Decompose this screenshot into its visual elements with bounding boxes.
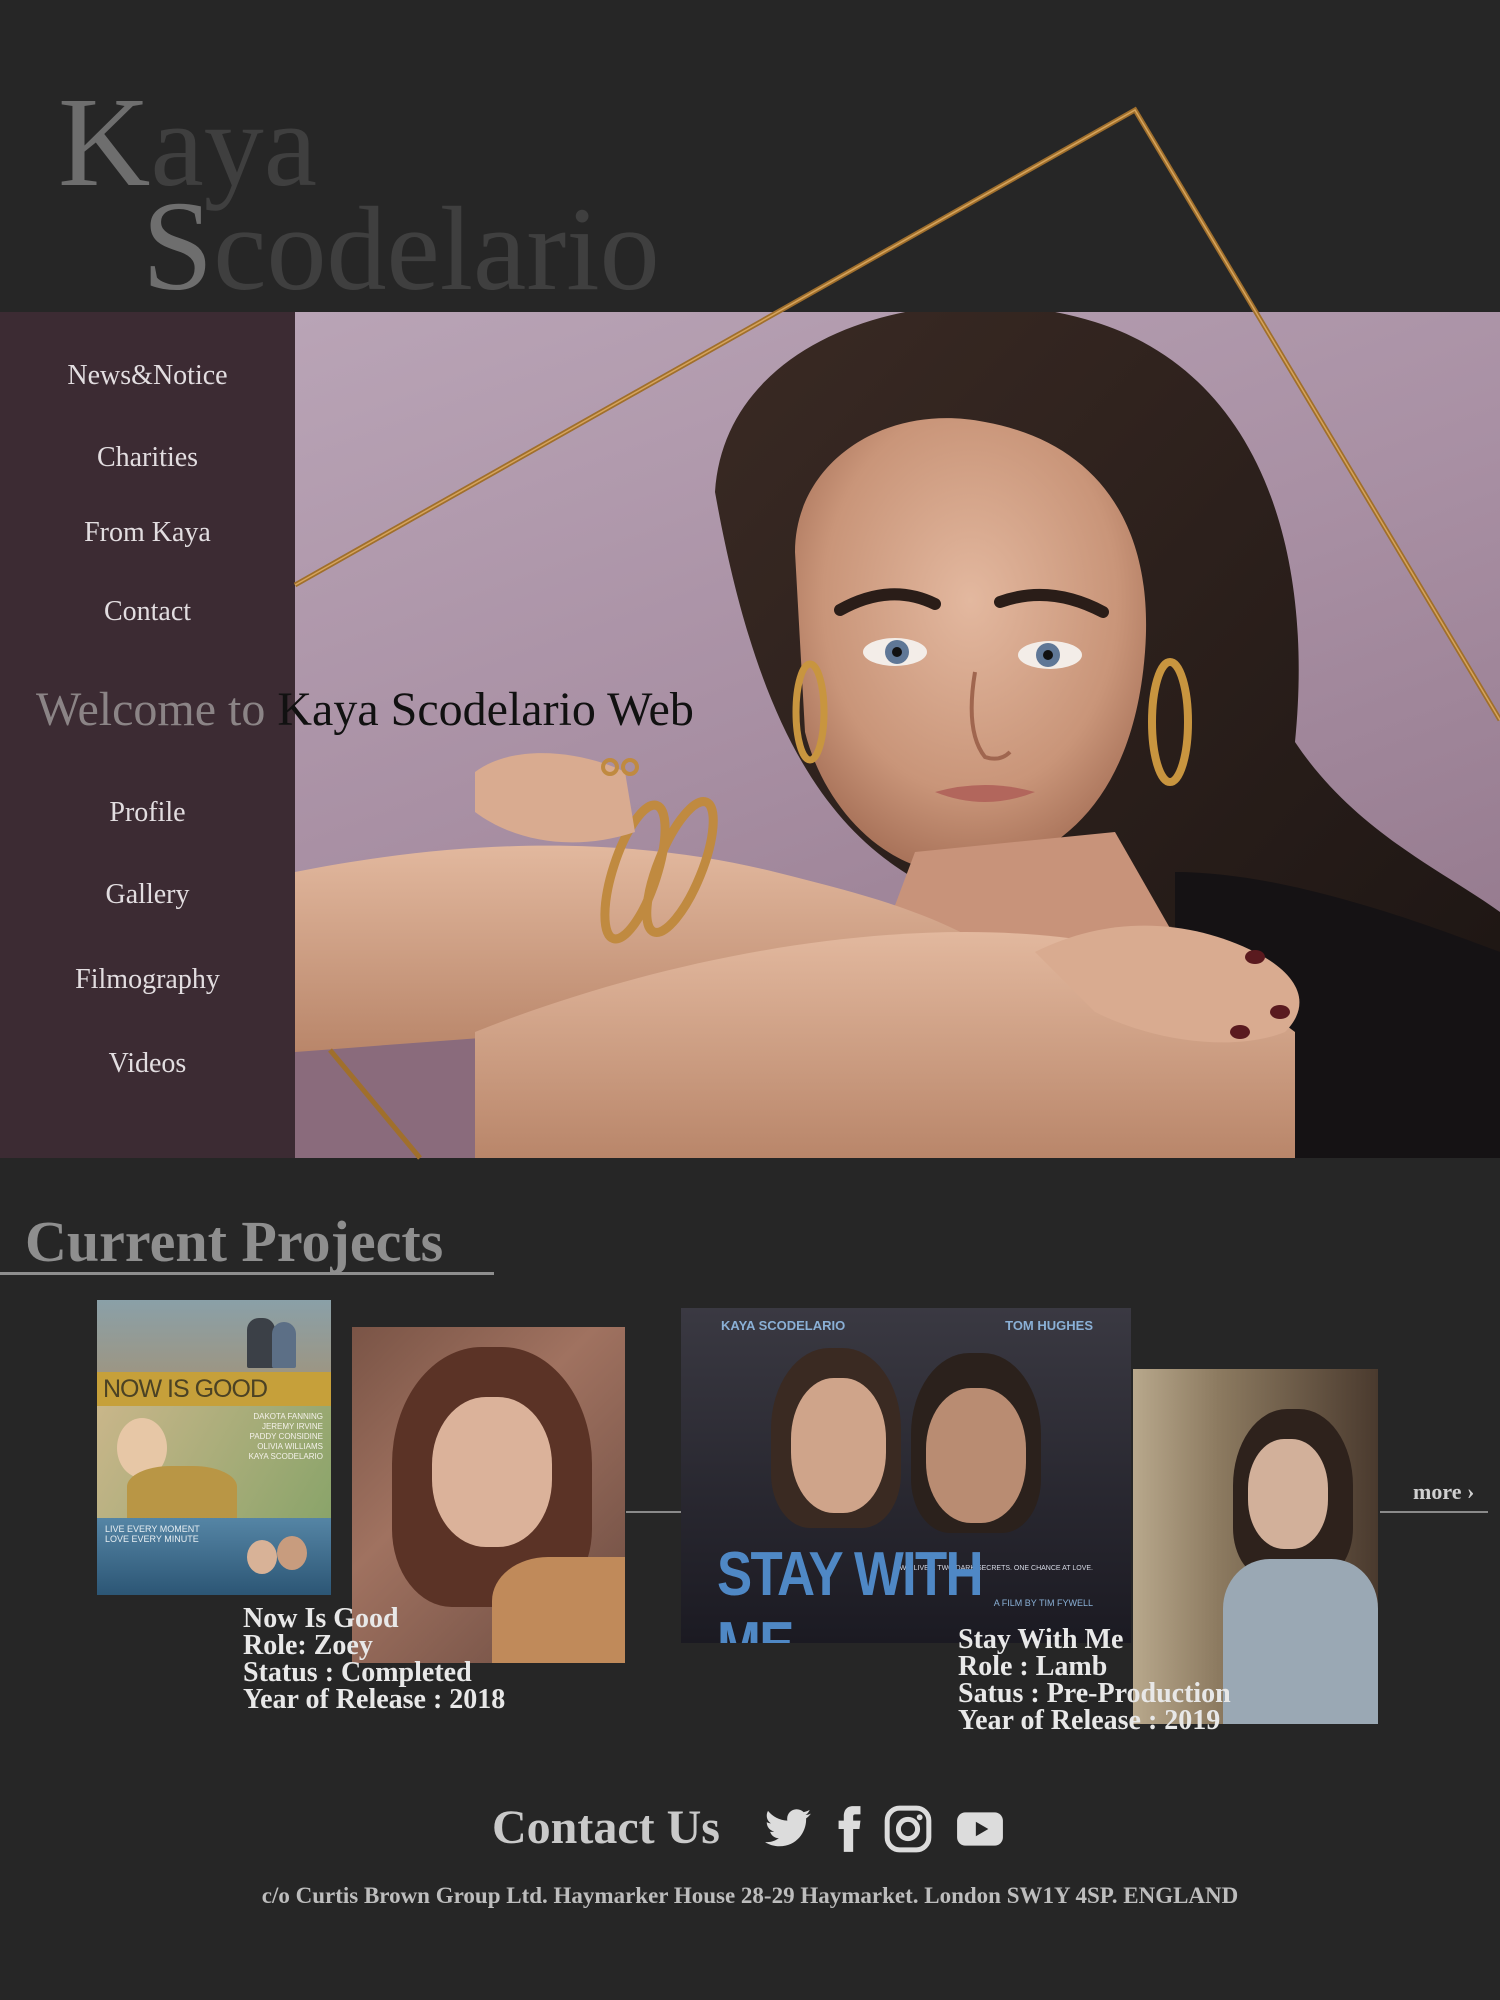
project-role: Role : Lamb bbox=[958, 1651, 1108, 1682]
instagram-icon[interactable] bbox=[883, 1804, 933, 1854]
nav-item-videos[interactable]: Videos bbox=[0, 1048, 295, 1080]
current-projects-heading: Current Projects bbox=[25, 1209, 444, 1274]
poster-actor-left: KAYA SCODELARIO bbox=[721, 1318, 846, 1333]
welcome-heading: Welcome to Kaya Scodelario Web bbox=[36, 682, 694, 737]
twitter-icon[interactable] bbox=[763, 1804, 813, 1854]
logo-text-codelario: codelario bbox=[213, 182, 660, 315]
more-divider-line bbox=[1380, 1511, 1488, 1513]
nav-item-from-kaya[interactable]: From Kaya bbox=[0, 517, 295, 549]
project-status: Satus : Pre-Production bbox=[958, 1678, 1231, 1709]
poster-tagline-line: LIVE EVERY MOMENT bbox=[105, 1524, 200, 1534]
youtube-icon[interactable] bbox=[955, 1804, 1005, 1854]
stay-with-me-poster[interactable]: KAYA SCODELARIO TOM HUGHES TWO LIVES. TW… bbox=[681, 1308, 1131, 1643]
welcome-site-name: Kaya Scodelario Web bbox=[277, 683, 694, 736]
postal-address: c/o Curtis Brown Group Ltd. Haymarker Ho… bbox=[261, 1883, 1239, 1908]
poster-figure bbox=[247, 1318, 275, 1368]
project-year: Year of Release : 2019 bbox=[958, 1705, 1221, 1736]
nav-item-filmography[interactable]: Filmography bbox=[0, 964, 295, 996]
poster-cast-name: DAKOTA FANNING bbox=[253, 1412, 323, 1421]
project-role: Role: Zoey bbox=[243, 1630, 373, 1661]
project-year: Year of Release : 2018 bbox=[243, 1684, 506, 1715]
facebook-icon[interactable] bbox=[824, 1804, 874, 1854]
nav-item-gallery[interactable]: Gallery bbox=[0, 879, 295, 911]
poster-figure bbox=[272, 1322, 296, 1368]
project-info-stay-with-me: Stay With Me Role : Lamb Satus : Pre-Pro… bbox=[958, 1624, 1231, 1736]
nav-item-news-notice[interactable]: News&Notice bbox=[0, 360, 295, 392]
project-divider-line bbox=[626, 1511, 681, 1513]
project-title: Now Is Good bbox=[243, 1603, 399, 1634]
poster-cast-name: JEREMY IRVINE bbox=[261, 1422, 323, 1431]
nav-item-charities[interactable]: Charities bbox=[0, 442, 295, 474]
poster-cast-name: KAYA SCODELARIO bbox=[248, 1452, 323, 1461]
welcome-prefix: Welcome to bbox=[36, 683, 266, 736]
poster-tagline: LIVE EVERY MOMENT LOVE EVERY MINUTE bbox=[105, 1524, 200, 1544]
nav-item-profile[interactable]: Profile bbox=[0, 797, 295, 829]
poster-tagline-line: LOVE EVERY MINUTE bbox=[105, 1534, 199, 1544]
nav-item-contact[interactable]: Contact bbox=[0, 596, 295, 628]
poster-title: NOW IS GOOD bbox=[103, 1375, 268, 1403]
logo-cap-k: K bbox=[58, 71, 151, 213]
more-label: more bbox=[1413, 1479, 1462, 1504]
poster-actor-right: TOM HUGHES bbox=[1005, 1318, 1093, 1333]
project-info-now-is-good: Now Is Good Role: Zoey Status : Complete… bbox=[243, 1603, 506, 1715]
section-underline bbox=[0, 1272, 494, 1275]
chevron-right-icon: › bbox=[1466, 1479, 1475, 1504]
project-title: Stay With Me bbox=[958, 1624, 1124, 1655]
contact-us-heading: Contact Us bbox=[492, 1801, 720, 1854]
poster-cast-list: DAKOTA FANNING JEREMY IRVINE PADDY CONSI… bbox=[249, 1412, 323, 1462]
logo-cap-s: S bbox=[142, 175, 214, 317]
poster-credit: A FILM BY TIM FYWELL bbox=[993, 1598, 1093, 1608]
poster-beach-photo bbox=[97, 1300, 331, 1372]
now-is-good-poster[interactable]: NOW IS GOOD DAKOTA FANNING JEREMY IRVINE… bbox=[97, 1300, 331, 1595]
poster-cast-name: PADDY CONSIDINE bbox=[249, 1432, 324, 1441]
project-status: Status : Completed bbox=[243, 1657, 472, 1688]
more-projects-link[interactable]: more › bbox=[1413, 1479, 1474, 1505]
poster-cast-name: OLIVIA WILLIAMS bbox=[257, 1442, 323, 1451]
